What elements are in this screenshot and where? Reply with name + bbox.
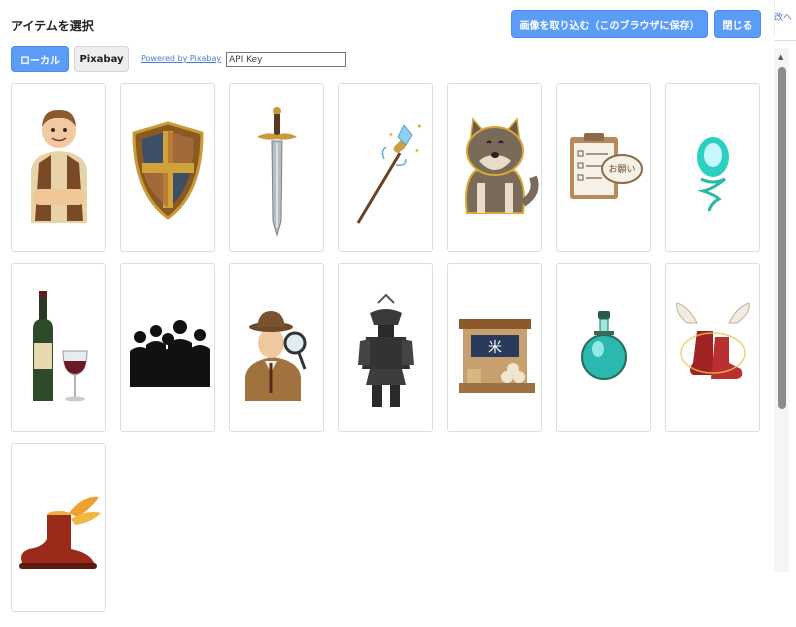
- item-card-clipboard[interactable]: お願い: [556, 83, 651, 252]
- item-card-potion[interactable]: [556, 263, 651, 432]
- api-key-input[interactable]: [226, 52, 346, 67]
- item-card-people[interactable]: [120, 263, 215, 432]
- svg-text:✦: ✦: [388, 131, 394, 139]
- item-card-villager[interactable]: [11, 83, 106, 252]
- item-card-staff[interactable]: ✦ ✦ ✦: [338, 83, 433, 252]
- background-link-text[interactable]: 改へ: [774, 10, 792, 23]
- svg-text:✦: ✦: [414, 147, 420, 155]
- scrollbar-thumb[interactable]: [778, 67, 786, 409]
- powered-by-pixabay-link[interactable]: Powered by Pixabay: [141, 54, 221, 63]
- winged-boots-icon: [675, 301, 750, 379]
- detective-icon: [244, 310, 306, 401]
- orb-icon: [696, 136, 729, 211]
- request-text: お願い: [608, 164, 635, 175]
- staff-icon: ✦ ✦ ✦: [356, 122, 423, 224]
- rice-sign-text: 米: [488, 340, 502, 356]
- item-card-winged-boots[interactable]: [665, 263, 760, 432]
- samurai-icon: [357, 293, 414, 407]
- peek-divider: [774, 40, 796, 41]
- villager-icon: [30, 109, 87, 223]
- tab-local[interactable]: ローカル: [11, 46, 69, 72]
- item-card-shield[interactable]: [120, 83, 215, 252]
- item-card-detective[interactable]: [229, 263, 324, 432]
- item-card-samurai[interactable]: [338, 263, 433, 432]
- sword-icon: [256, 106, 297, 237]
- clipboard-icon: お願い: [569, 132, 643, 199]
- item-card-shop[interactable]: 米: [447, 263, 542, 432]
- tab-pixabay[interactable]: Pixabay: [74, 46, 129, 72]
- item-card-wolf[interactable]: [447, 83, 542, 252]
- item-card-orb[interactable]: [665, 83, 760, 252]
- people-icon: [129, 319, 210, 387]
- potion-icon: [580, 310, 627, 380]
- winged-shoe-icon: [18, 496, 101, 569]
- modal-title: アイテムを選択: [11, 19, 94, 33]
- wine-icon: [32, 290, 88, 401]
- close-button[interactable]: 閉じる: [714, 10, 761, 38]
- item-card-sword[interactable]: [229, 83, 324, 252]
- shield-icon: [131, 120, 204, 220]
- import-image-button[interactable]: 画像を取り込む（このブラウザに保存）: [511, 10, 708, 38]
- svg-text:✦: ✦: [416, 122, 423, 131]
- item-card-wine[interactable]: [11, 263, 106, 432]
- shop-icon: 米: [458, 318, 535, 393]
- wolf-icon: [464, 116, 539, 214]
- scroll-up-arrow[interactable]: ▲: [778, 53, 783, 61]
- item-card-winged-shoe[interactable]: [11, 443, 106, 612]
